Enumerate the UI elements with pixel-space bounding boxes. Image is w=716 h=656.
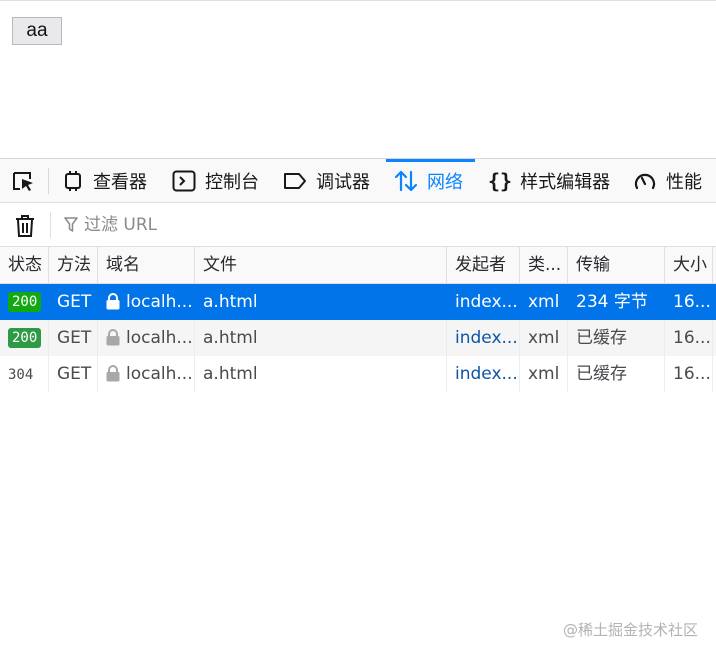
domain-text: localh...	[126, 292, 193, 312]
transferred-cell: 已缓存	[568, 356, 665, 392]
debugger-icon	[284, 173, 306, 189]
tab-style-editor-label: 样式编辑器	[520, 172, 611, 193]
status-badge: 200	[8, 292, 42, 312]
status-cell: 304	[0, 356, 49, 392]
table-row[interactable]: 200 GET localh... a.html index... xml 已缓…	[0, 320, 716, 356]
initiator-cell: index...	[447, 320, 520, 356]
initiator-link[interactable]: index...	[455, 364, 518, 384]
method-cell: GET	[49, 320, 98, 356]
devtools-panel: 查看器 控制台 调试器 网络 {} 样式编辑器 性能 过滤 URL 状态 方法 …	[0, 158, 716, 656]
tab-console[interactable]: 控制台	[172, 159, 259, 203]
method-cell: GET	[49, 284, 98, 320]
status-cell: 200	[0, 284, 49, 320]
filter-url-input[interactable]	[84, 213, 384, 237]
requests-table-header: 状态 方法 域名 文件 发起者 类... 传输 大小	[0, 247, 716, 284]
filter-separator	[50, 212, 51, 238]
page-top-border	[0, 0, 716, 4]
tab-performance[interactable]: 性能	[633, 159, 702, 203]
size-cell: 16...	[665, 284, 713, 320]
network-filter-bar	[0, 203, 716, 247]
style-editor-icon: {}	[488, 169, 513, 193]
network-icon	[394, 170, 418, 192]
type-cell: xml	[520, 356, 568, 392]
column-header-size[interactable]: 大小	[665, 247, 713, 283]
column-header-initiator[interactable]: 发起者	[447, 247, 520, 283]
table-row[interactable]: 200 GET localh... a.html index... xml 23…	[0, 284, 716, 320]
type-cell: xml	[520, 320, 568, 356]
funnel-icon	[64, 217, 78, 237]
lock-icon	[106, 293, 120, 310]
lock-icon	[106, 365, 120, 382]
file-cell: a.html	[195, 320, 447, 356]
page: aa 查看器 控制台 调试器 网络 {} 样式编辑器 性能 过滤 URL 状态 …	[0, 0, 716, 656]
column-header-method[interactable]: 方法	[49, 247, 98, 283]
table-row[interactable]: 304 GET localh... a.html index... xml 已缓…	[0, 356, 716, 392]
status-code: 304	[8, 367, 34, 383]
tab-performance-label: 性能	[666, 172, 702, 193]
initiator-link[interactable]: index...	[455, 292, 518, 312]
devtools-toolbar: 查看器 控制台 调试器 网络 {} 样式编辑器 性能	[0, 159, 716, 203]
size-cell: 16...	[665, 356, 713, 392]
column-header-status[interactable]: 状态	[0, 247, 49, 283]
domain-cell: localh...	[98, 320, 195, 356]
watermark-text: @稀土掘金技术社区	[562, 621, 698, 639]
tab-debugger-label: 调试器	[316, 172, 370, 193]
status-badge: 200	[8, 328, 42, 348]
element-picker-icon[interactable]	[12, 171, 36, 193]
type-cell: xml	[520, 284, 568, 320]
domain-cell: localh...	[98, 284, 195, 320]
tab-inspector-label: 查看器	[93, 172, 147, 193]
column-header-domain[interactable]: 域名	[98, 247, 195, 283]
tab-console-label: 控制台	[205, 172, 259, 193]
file-cell: a.html	[195, 356, 447, 392]
initiator-cell: index...	[447, 356, 520, 392]
status-cell: 200	[0, 320, 49, 356]
initiator-cell: index...	[447, 284, 520, 320]
toolbar-separator	[48, 168, 49, 194]
domain-text: localh...	[126, 328, 193, 348]
performance-icon	[634, 173, 656, 190]
tab-network-label: 网络	[427, 172, 463, 193]
tab-network[interactable]: 网络	[386, 159, 475, 203]
initiator-link[interactable]: index...	[455, 328, 518, 348]
column-header-type[interactable]: 类...	[520, 247, 568, 283]
aa-button[interactable]: aa	[12, 17, 62, 45]
trash-icon[interactable]	[14, 214, 36, 242]
transferred-cell: 234 字节	[568, 284, 665, 320]
console-icon	[172, 170, 196, 192]
inspector-icon	[65, 171, 81, 191]
lock-icon	[106, 329, 120, 346]
method-cell: GET	[49, 356, 98, 392]
transferred-cell: 已缓存	[568, 320, 665, 356]
tab-inspector[interactable]: 查看器	[62, 159, 147, 203]
column-header-file[interactable]: 文件	[195, 247, 447, 283]
tab-debugger[interactable]: 调试器	[283, 159, 370, 203]
domain-cell: localh...	[98, 356, 195, 392]
column-header-transferred[interactable]: 传输	[568, 247, 665, 283]
tab-style-editor[interactable]: {} 样式编辑器	[488, 159, 610, 203]
domain-text: localh...	[126, 364, 193, 384]
file-cell: a.html	[195, 284, 447, 320]
size-cell: 16...	[665, 320, 713, 356]
